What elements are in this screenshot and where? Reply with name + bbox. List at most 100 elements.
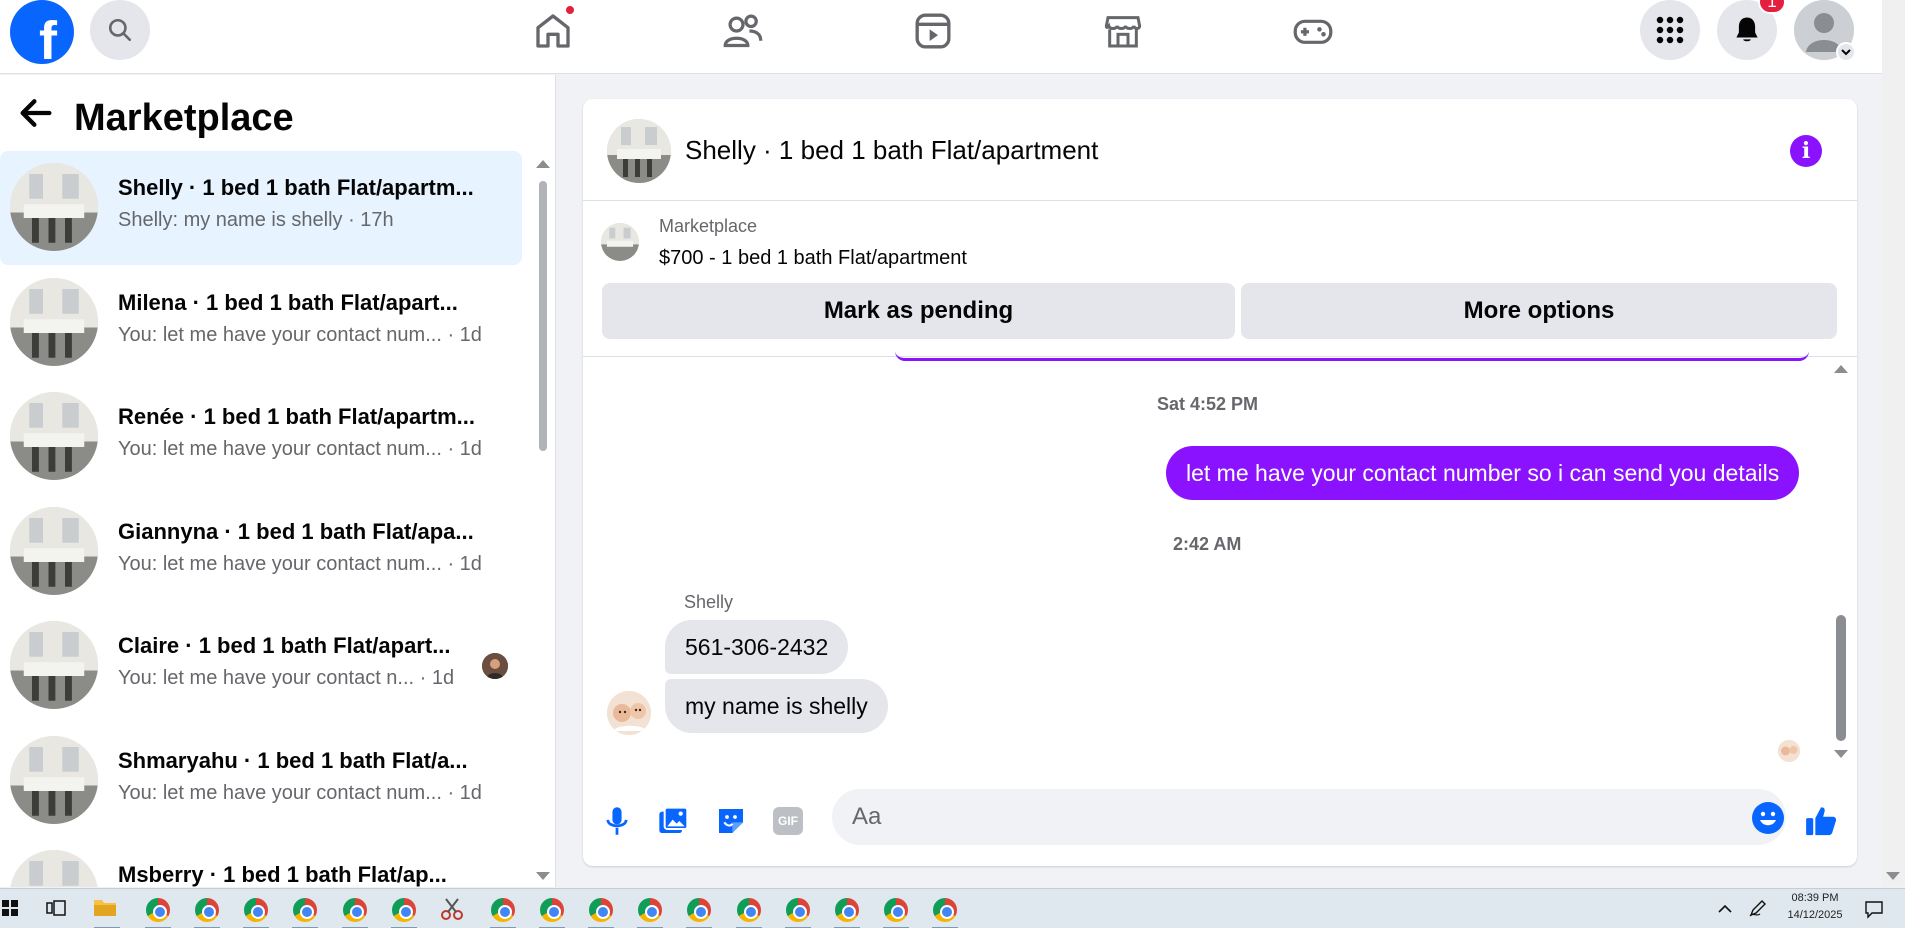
chrome-icon (540, 898, 564, 922)
attach-photo-button[interactable] (652, 799, 696, 843)
sidebar-scrollbar-thumb[interactable] (539, 181, 547, 451)
chat-avatar[interactable] (607, 119, 671, 183)
chrome-icon (293, 898, 317, 922)
chrome-icon (195, 898, 219, 922)
sticker-button[interactable] (709, 799, 753, 843)
taskbar-app-button[interactable] (488, 895, 518, 928)
conversation-row[interactable]: Msberry · 1 bed 1 bath Flat/ap... (0, 838, 522, 887)
taskbar-app-button[interactable] (684, 895, 714, 928)
notification-center-button[interactable] (1864, 899, 1884, 924)
gif-button[interactable]: GIF (766, 799, 810, 843)
conversation-row[interactable]: Giannyna · 1 bed 1 bath Flat/apa... You: … (0, 495, 522, 609)
file-explorer-button[interactable] (92, 895, 122, 928)
conversation-preview: You: let me have your contact num... · 1… (118, 438, 482, 460)
taskbar-app-button[interactable] (537, 895, 567, 928)
chat-scroll-down[interactable] (1834, 750, 1848, 758)
conversation-row[interactable]: Claire · 1 bed 1 bath Flat/apart... You: … (0, 609, 522, 723)
back-button[interactable] (16, 93, 56, 133)
taskbar-app-button[interactable] (734, 895, 764, 928)
nav-home[interactable] (528, 4, 578, 56)
folder-icon (94, 900, 116, 916)
conversation-preview: You: let me have your contact num... · 1… (118, 552, 482, 575)
gaming-icon (1293, 19, 1333, 44)
incoming-message-phone[interactable]: 561-306-2432 (665, 620, 849, 674)
taskbar-app-button[interactable] (586, 895, 616, 928)
timestamp-am: 2:42 AM (1173, 534, 1242, 554)
sidebar-scroll-down[interactable] (536, 872, 550, 880)
listing-thumbnail[interactable] (601, 223, 639, 261)
taskbar-date[interactable]: 14/12/2025 (1780, 909, 1850, 921)
facebook-logo[interactable]: f (10, 0, 74, 64)
pen-menu-button[interactable] (1748, 898, 1768, 923)
taskbar-app-button[interactable] (783, 895, 813, 928)
outgoing-message[interactable]: let me have your contact number so i can… (1166, 446, 1800, 500)
chat-panel: Shelly · 1 bed 1 bath Flat/apartment i M… (583, 99, 1857, 866)
taskbar-app-button[interactable] (438, 895, 468, 925)
taskbar-app-button[interactable] (635, 895, 665, 928)
task-view-button[interactable] (46, 899, 66, 922)
chrome-icon (737, 898, 761, 922)
account-dropdown[interactable] (1836, 42, 1856, 62)
chevron-down-icon (1841, 49, 1851, 56)
conversation-name: Giannyna · 1 bed 1 bath Flat/apa... (118, 518, 474, 544)
photo-gallery-icon (659, 806, 689, 833)
sidebar-scroll-up[interactable] (536, 160, 550, 168)
chat-scroll-up[interactable] (1834, 365, 1848, 373)
chrome-icon (835, 898, 859, 922)
emoji-button[interactable] (1752, 802, 1784, 834)
emoji-smile-icon (1760, 811, 1776, 826)
conversation-row[interactable]: Shelly · 1 bed 1 bath Flat/apartm... Shel… (0, 151, 522, 265)
nav-video[interactable] (908, 6, 958, 56)
more-options-button[interactable]: More options (1241, 283, 1837, 339)
chrome-icon (638, 898, 662, 922)
taskbar-app-button[interactable] (881, 895, 911, 928)
voice-clip-button[interactable] (595, 799, 639, 843)
sender-name: Shelly (684, 592, 734, 612)
chrome-icon (491, 898, 515, 922)
sidebar-title: Marketplace (74, 97, 294, 139)
chat-scrollbar-thumb[interactable] (1836, 615, 1846, 741)
home-notification-dot (564, 4, 576, 16)
tray-overflow-button[interactable] (1718, 901, 1732, 919)
taskbar-app-button[interactable] (192, 895, 222, 928)
conversation-avatar (10, 735, 98, 824)
search-button[interactable] (90, 0, 150, 60)
taskbar-app-button[interactable] (832, 895, 862, 928)
conversation-row[interactable]: Milena · 1 bed 1 bath Flat/apart... You: … (0, 266, 522, 380)
home-icon (536, 14, 570, 48)
taskbar-time[interactable]: 08:39 PM (1780, 892, 1850, 904)
start-button[interactable] (2, 900, 18, 921)
nav-friends[interactable] (718, 6, 768, 56)
conversation-row[interactable]: Renée · 1 bed 1 bath Flat/apartm... You: … (0, 380, 522, 494)
like-button[interactable] (1799, 799, 1843, 843)
taskbar-app-button[interactable] (241, 895, 271, 928)
page-scrollbar[interactable] (1882, 0, 1905, 887)
mark-as-pending-button[interactable]: Mark as pending (602, 283, 1235, 339)
babies-photo-icon (607, 691, 651, 735)
info-icon[interactable]: i (1790, 135, 1822, 167)
conversation-avatar (10, 277, 98, 366)
babies-photo-icon (1778, 740, 1800, 762)
nav-gaming[interactable] (1288, 6, 1338, 56)
taskbar-app-button[interactable] (389, 895, 419, 928)
taskbar-app-button[interactable] (340, 895, 370, 928)
task-view-icon (46, 900, 66, 916)
snipping-tool-icon (441, 898, 463, 920)
taskbar-app-button[interactable] (930, 895, 960, 928)
page-scroll-down[interactable] (1886, 872, 1900, 880)
bell-icon (1736, 17, 1758, 42)
listing-photo-icon (10, 621, 98, 709)
conversation-name: Claire · 1 bed 1 bath Flat/apart... (118, 633, 451, 658)
message-input[interactable] (852, 789, 1712, 845)
conversation-row[interactable]: Shmaryahu · 1 bed 1 bath Flat/a... You: l… (0, 724, 522, 838)
video-icon (915, 13, 951, 49)
nav-marketplace[interactable] (1098, 6, 1148, 56)
grid-menu-icon (1656, 16, 1684, 44)
incoming-message-name[interactable]: my name is shelly (665, 679, 888, 733)
sender-avatar[interactable] (607, 691, 651, 735)
menu-button[interactable] (1640, 0, 1700, 60)
chrome-icon (884, 898, 908, 922)
listing-price-title[interactable]: $700 - 1 bed 1 bath Flat/apartment (659, 247, 967, 270)
taskbar-app-button[interactable] (143, 895, 173, 928)
taskbar-app-button[interactable] (290, 895, 320, 928)
